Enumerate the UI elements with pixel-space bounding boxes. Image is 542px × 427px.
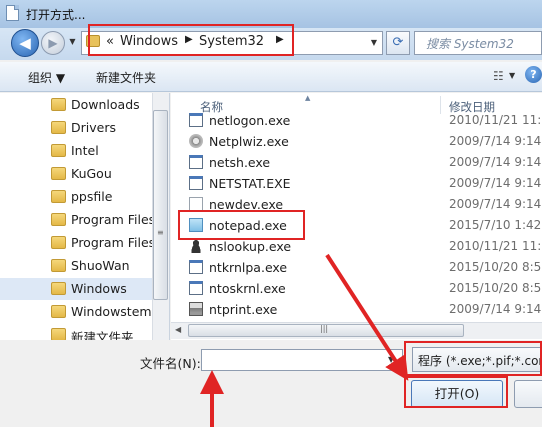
nav-item-windows[interactable]: Windows	[0, 278, 152, 300]
nav-item-label: Program Files	[71, 212, 156, 227]
navigation-pane: Downloads Drivers Intel KuGou ppsfile Pr…	[0, 93, 170, 340]
nav-item-label: ppsfile	[71, 189, 113, 204]
file-date: 2009/7/14 9:14	[449, 302, 542, 316]
history-dropdown-icon[interactable]: ▼	[67, 36, 78, 47]
nav-item-new-folder[interactable]: 新建文件夹	[0, 324, 152, 340]
nav-item-label: Downloads	[71, 97, 140, 112]
file-name: ntprint.exe	[209, 302, 278, 317]
printer-icon	[189, 302, 203, 316]
help-icon[interactable]: ?	[525, 66, 542, 83]
file-date: 2009/7/14 9:14	[449, 176, 542, 190]
sort-ascending-icon: ▲	[305, 94, 311, 102]
file-date: 2009/7/14 9:14	[449, 155, 542, 169]
folder-icon	[51, 190, 66, 203]
doc-icon	[189, 197, 203, 211]
folder-icon	[51, 98, 66, 111]
app-icon	[189, 176, 203, 190]
refresh-button[interactable]: ⟳	[386, 31, 410, 55]
forward-button[interactable]: ▶	[41, 31, 65, 55]
folder-icon	[51, 282, 66, 295]
person-icon	[189, 239, 203, 253]
users-icon	[189, 134, 203, 148]
file-name: netsh.exe	[209, 155, 271, 170]
file-date: 2015/10/20 8:53	[449, 260, 542, 274]
folder-icon	[51, 167, 66, 180]
annotation-box-notepad	[178, 210, 305, 240]
folder-icon	[51, 259, 66, 272]
nav-item-label: Intel	[71, 143, 99, 158]
app-icon	[189, 281, 203, 295]
organize-button[interactable]: 组织 ▼	[28, 69, 65, 86]
folder-icon	[51, 236, 66, 249]
file-name: netlogon.exe	[209, 113, 291, 128]
file-date: 2009/7/14 9:14	[449, 197, 542, 211]
nav-item-program-files-x86[interactable]: Program Files	[0, 232, 156, 254]
nav-item-downloads[interactable]: Downloads	[0, 94, 152, 116]
file-name: NETSTAT.EXE	[209, 176, 291, 191]
file-name: ntoskrnl.exe	[209, 281, 286, 296]
nav-item-label: Windowstemp	[71, 304, 160, 319]
nav-item-intel[interactable]: Intel	[0, 140, 152, 162]
file-row[interactable]: NETSTAT.EXE 2009/7/14 9:14	[171, 173, 542, 194]
nav-item-kugou[interactable]: KuGou	[0, 163, 152, 185]
file-date: 2009/7/14 9:14	[449, 134, 542, 148]
app-icon	[189, 113, 203, 127]
nav-item-windowstemp[interactable]: Windowstemp	[0, 301, 160, 323]
nav-item-shuowan[interactable]: ShuoWan	[0, 255, 152, 277]
nav-item-label: 新建文件夹	[71, 330, 134, 340]
folder-icon	[51, 121, 66, 134]
command-bar	[0, 62, 542, 92]
document-icon	[6, 5, 19, 21]
filename-label: 文件名(N):	[140, 356, 201, 371]
filename-input[interactable]	[201, 349, 403, 371]
view-options-icon[interactable]: ☷	[493, 69, 504, 83]
annotation-box-address	[88, 24, 294, 56]
file-row[interactable]: ntprint.exe 2009/7/14 9:14	[171, 299, 542, 320]
annotation-box-filetype	[404, 341, 542, 376]
file-date: 2015/7/10 1:42	[449, 218, 542, 232]
cancel-button[interactable]	[514, 380, 542, 408]
nav-item-program-files[interactable]: Program Files	[0, 209, 156, 231]
folder-icon	[51, 328, 66, 340]
file-row[interactable]: Netplwiz.exe 2009/7/14 9:14	[171, 131, 542, 152]
app-icon	[189, 260, 203, 274]
nav-item-label: ShuoWan	[71, 258, 130, 273]
nav-item-drivers[interactable]: Drivers	[0, 117, 152, 139]
file-row[interactable]: netsh.exe 2009/7/14 9:14	[171, 152, 542, 173]
file-name: Netplwiz.exe	[209, 134, 289, 149]
file-name: ntkrnlpa.exe	[209, 260, 288, 275]
nav-item-ppsfile[interactable]: ppsfile	[0, 186, 152, 208]
folder-icon	[51, 213, 66, 226]
folder-icon	[51, 144, 66, 157]
nav-item-label: KuGou	[71, 166, 112, 181]
nav-scrollbar-thumb[interactable]	[153, 110, 168, 300]
nav-item-label: Drivers	[71, 120, 116, 135]
annotation-box-open	[404, 376, 508, 408]
file-row[interactable]: ntkrnlpa.exe 2015/10/20 8:53	[171, 257, 542, 278]
file-name: nslookup.exe	[209, 239, 292, 254]
scroll-grip-icon: |||	[320, 324, 329, 333]
address-dropdown-icon[interactable]: ▼	[366, 32, 382, 54]
app-icon	[189, 155, 203, 169]
file-date: 2010/11/21 11:2	[449, 113, 542, 127]
nav-item-label: Windows	[71, 281, 127, 296]
view-dropdown-icon[interactable]: ▼	[509, 71, 515, 80]
file-row[interactable]: ntoskrnl.exe 2015/10/20 8:53	[171, 278, 542, 299]
scroll-left-icon[interactable]: ◀	[175, 325, 181, 334]
filename-dropdown-icon[interactable]: ▼	[388, 355, 394, 364]
file-row[interactable]: netlogon.exe 2010/11/21 11:2	[171, 110, 542, 131]
file-date: 2015/10/20 8:53	[449, 281, 542, 295]
back-button[interactable]: ◀	[11, 29, 39, 57]
window-title: 打开方式...	[26, 8, 86, 22]
folder-icon	[51, 305, 66, 318]
new-folder-button[interactable]: 新建文件夹	[96, 69, 156, 86]
search-placeholder: 搜索 System32	[426, 37, 514, 51]
file-date: 2010/11/21 11:2	[449, 239, 542, 253]
scroll-grip-icon: ≡	[157, 228, 164, 237]
nav-item-label: Program Files	[71, 235, 156, 250]
